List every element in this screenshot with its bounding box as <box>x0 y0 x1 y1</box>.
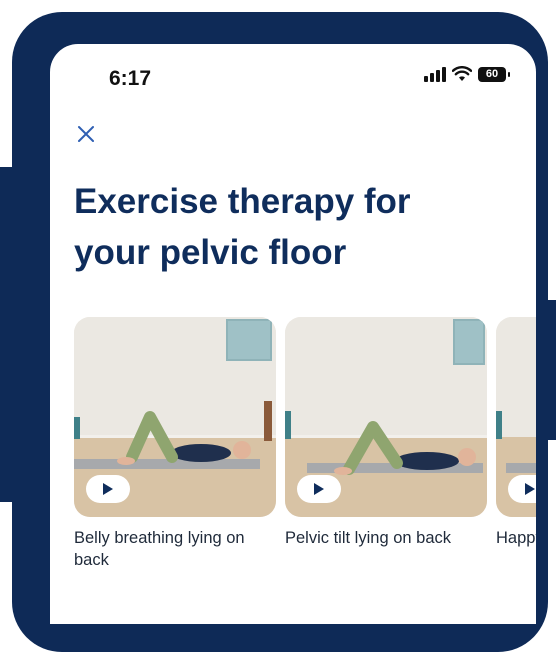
play-button[interactable] <box>86 475 130 503</box>
play-icon <box>525 483 535 495</box>
app-screen: 6:17 60 Exercise therapy for your pelvic… <box>50 44 536 624</box>
page-title: Exercise therapy for your pelvic floor <box>74 176 514 278</box>
page-title-line1: Exercise therapy for <box>74 182 411 221</box>
page-title-line2: your pelvic floor <box>74 233 347 272</box>
wifi-icon <box>452 66 472 81</box>
exercise-card[interactable]: Belly breathing lying on back <box>74 317 276 571</box>
phone-frame: 6:17 60 Exercise therapy for your pelvic… <box>12 12 548 652</box>
exercise-thumbnail[interactable] <box>496 317 536 517</box>
play-button[interactable] <box>297 475 341 503</box>
signal-icon <box>424 66 446 82</box>
exercise-card[interactable]: Happy baby pelvic… <box>496 317 536 549</box>
play-button[interactable] <box>508 475 536 503</box>
exercise-card[interactable]: Pelvic tilt lying on back <box>285 317 487 549</box>
exercise-title[interactable]: Belly breathing lying on back <box>74 527 274 571</box>
exercise-thumbnail[interactable] <box>74 317 276 517</box>
exercise-carousel[interactable]: Belly breathing lying on back Pelvic til… <box>74 317 536 607</box>
status-icons: 60 <box>424 66 510 82</box>
play-icon <box>103 483 113 495</box>
play-icon <box>314 483 324 495</box>
exercise-title[interactable]: Pelvic tilt lying on back <box>285 527 485 549</box>
exercise-thumbnail[interactable] <box>285 317 487 517</box>
exercise-title[interactable]: Happy baby pelvic… <box>496 527 536 549</box>
close-button[interactable] <box>74 122 98 146</box>
battery-level: 60 <box>485 67 499 80</box>
battery-icon: 60 <box>478 66 510 82</box>
close-icon <box>78 126 94 142</box>
status-time: 6:17 <box>109 67 152 90</box>
